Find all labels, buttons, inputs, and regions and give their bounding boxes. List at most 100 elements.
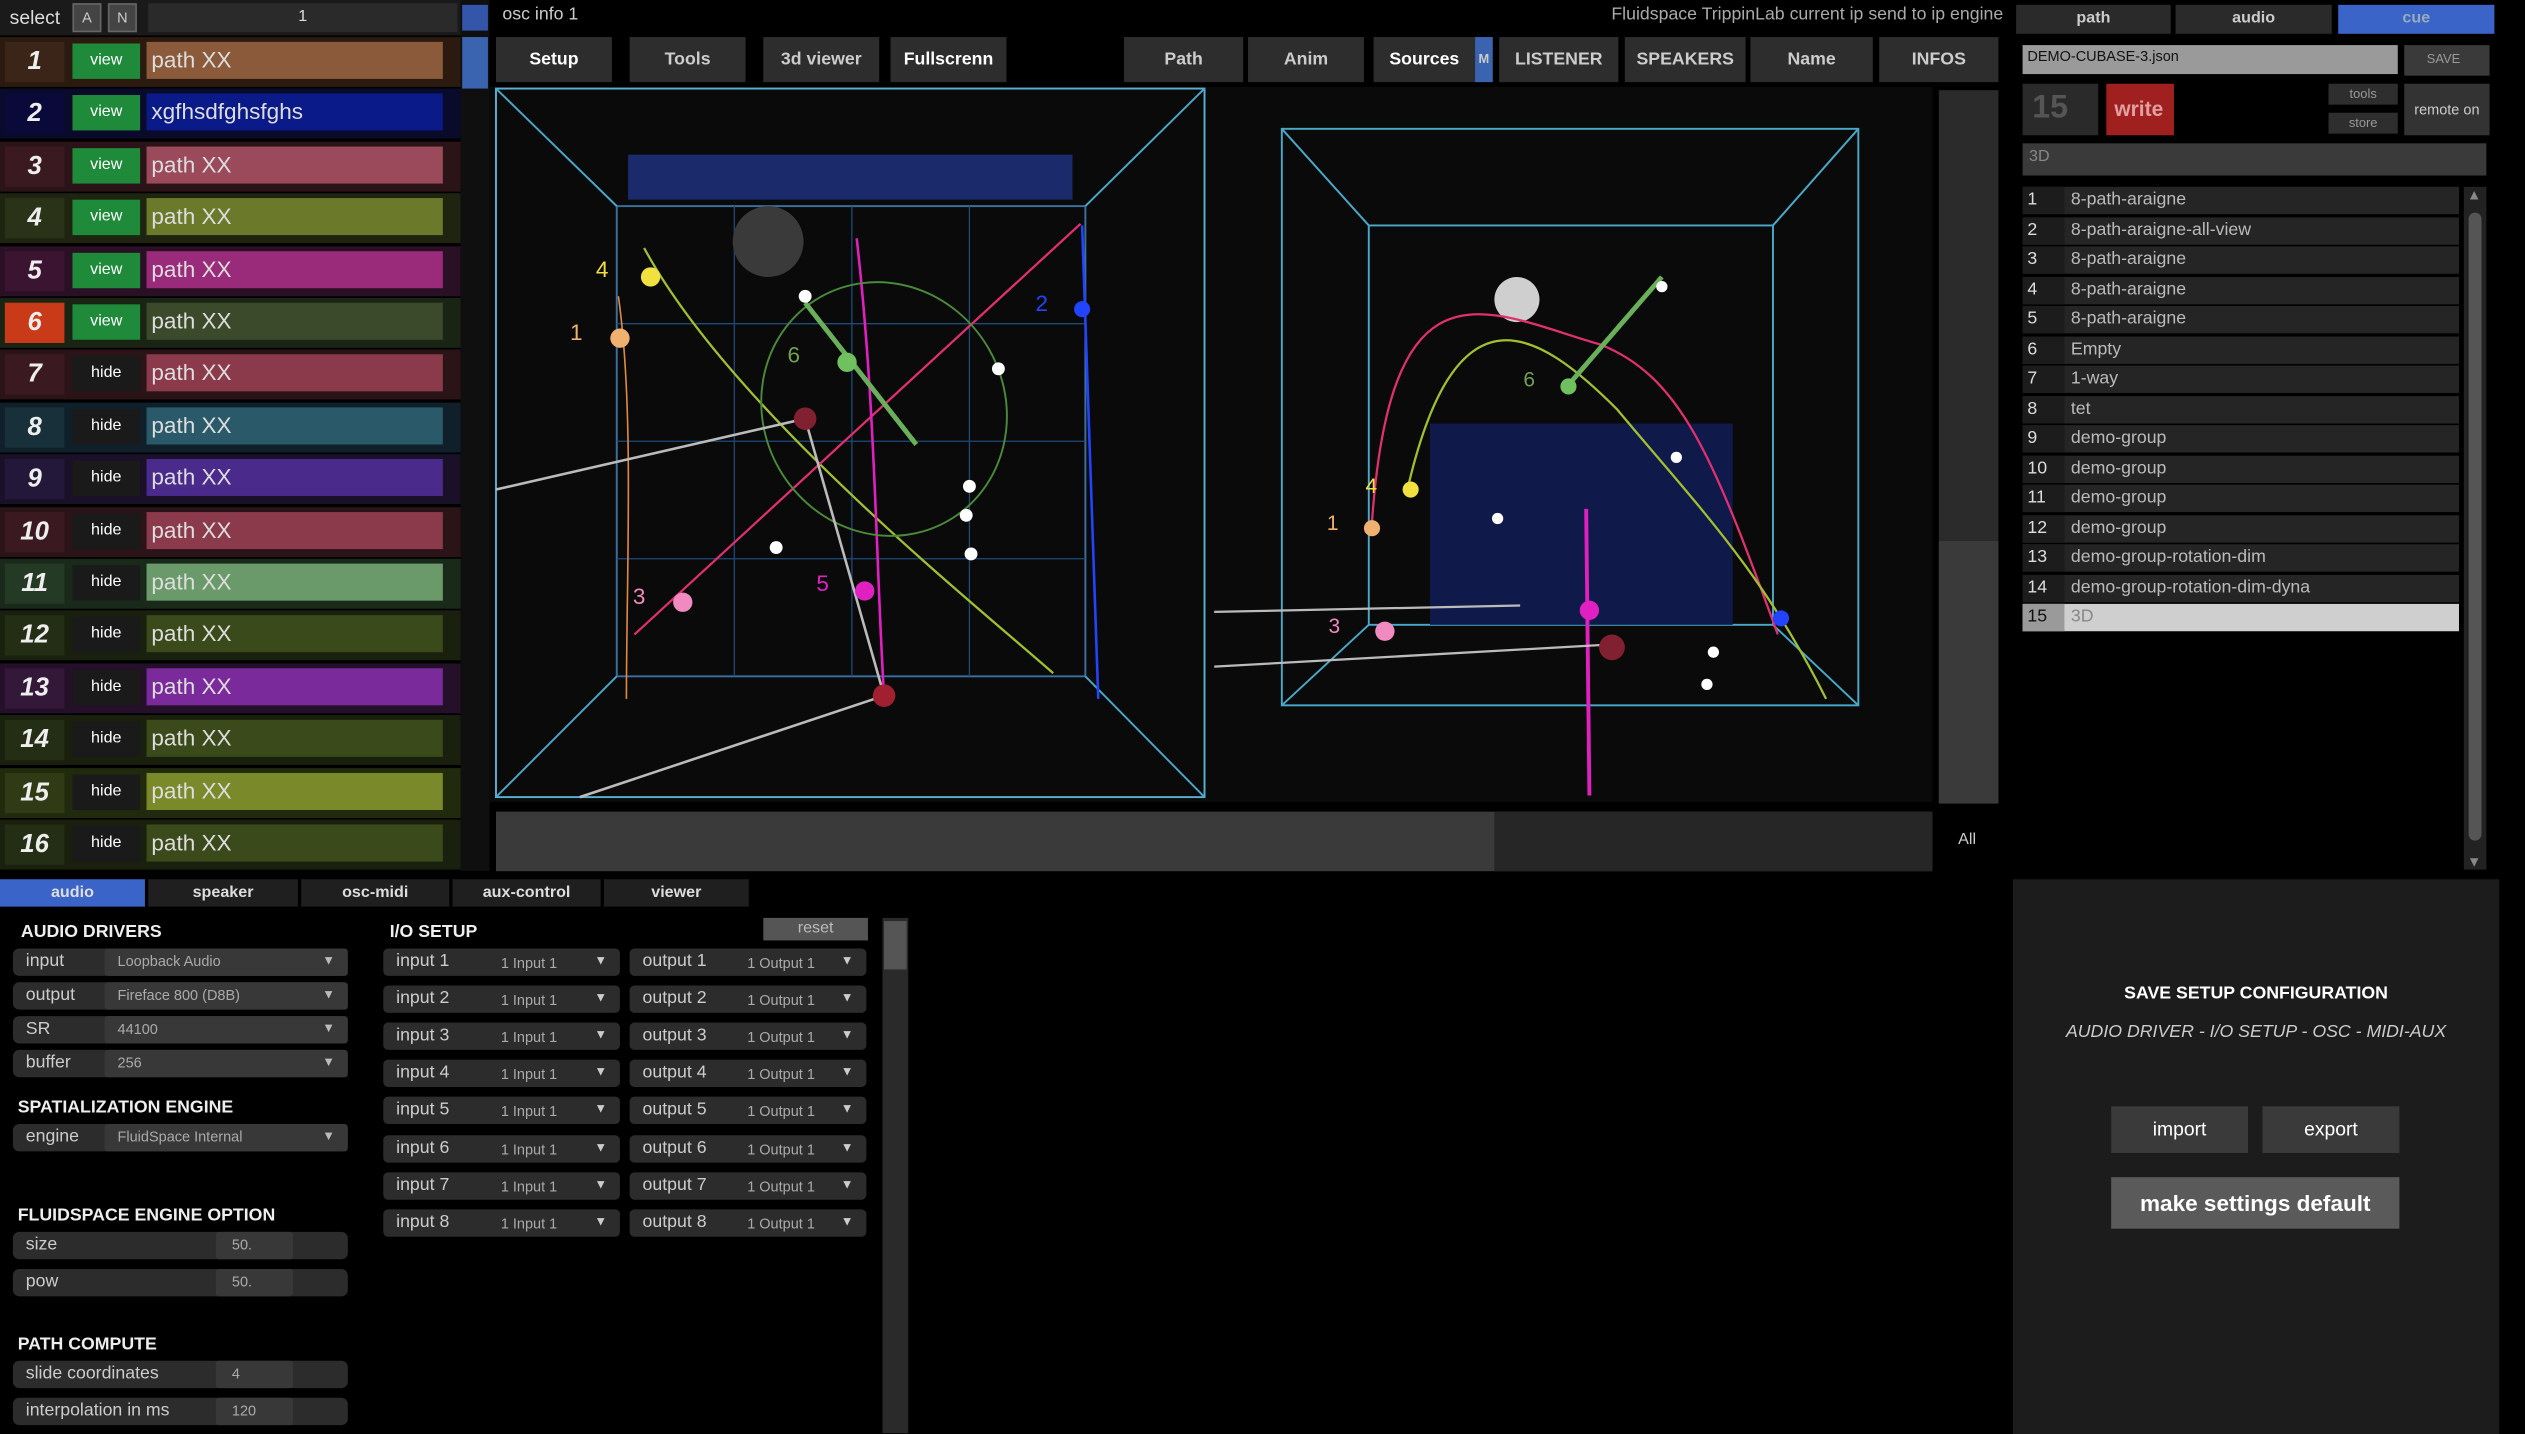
source-row[interactable]: 3 view path XX xyxy=(0,141,461,192)
source-visibility-button[interactable]: view xyxy=(72,304,141,340)
cue-row[interactable]: 11 demo-group xyxy=(2022,484,2459,513)
source-row[interactable]: 10 hide path XX xyxy=(0,506,461,557)
input-routing-select[interactable]: input 2 1 Input 1 ▼ xyxy=(383,985,620,1014)
source-row[interactable]: 9 hide path XX xyxy=(0,454,461,505)
output-routing-select[interactable]: output 8 1 Output 1 ▼ xyxy=(629,1208,867,1237)
view-tab-6[interactable]: Name xyxy=(1750,37,1873,83)
cue-row[interactable]: 9 demo-group xyxy=(2022,425,2459,453)
source-path-name[interactable]: path XX xyxy=(146,563,443,601)
save-file-button[interactable]: SAVE xyxy=(2404,45,2490,76)
cue-row[interactable]: 14 demo-group-rotation-dim-dyna xyxy=(2022,574,2459,602)
source-visibility-button[interactable]: hide xyxy=(72,773,141,810)
viewer-vertical-slider[interactable] xyxy=(1938,90,1999,804)
input-routing-select[interactable]: input 1 1 Input 1 ▼ xyxy=(383,948,620,976)
cue-row[interactable]: 10 demo-group xyxy=(2022,454,2459,483)
output-routing-select[interactable]: output 3 1 Output 1 ▼ xyxy=(629,1022,867,1051)
export-button[interactable]: export xyxy=(2262,1106,2400,1153)
source-visibility-button[interactable]: view xyxy=(72,199,141,236)
output-routing-select[interactable]: output 4 1 Output 1 ▼ xyxy=(629,1060,867,1088)
source-visibility-button[interactable]: hide xyxy=(72,460,141,497)
panel-toggle[interactable] xyxy=(462,37,488,89)
source-path-name[interactable]: path XX xyxy=(146,41,443,79)
source-visibility-button[interactable]: hide xyxy=(72,356,141,392)
source-row[interactable]: 4 view path XX xyxy=(0,193,461,244)
engine-select[interactable]: engine FluidSpace Internal ▼ xyxy=(12,1124,348,1152)
source-path-name[interactable]: path XX xyxy=(146,667,443,705)
input-routing-select[interactable]: input 4 1 Input 1 ▼ xyxy=(383,1060,620,1088)
output-routing-select[interactable]: output 6 1 Output 1 ▼ xyxy=(629,1134,867,1162)
bottom-tab-audio[interactable]: audio xyxy=(0,879,145,907)
file-name-field[interactable]: DEMO-CUBASE-3.json xyxy=(2022,45,2398,75)
right-tab-audio[interactable]: audio xyxy=(2175,4,2332,34)
output-routing-select[interactable]: output 7 1 Output 1 ▼ xyxy=(629,1171,867,1200)
input-routing-select[interactable]: input 6 1 Input 1 ▼ xyxy=(383,1134,620,1162)
tool-button-1[interactable]: Tools xyxy=(629,37,746,83)
cue-row[interactable]: 5 8-path-araigne xyxy=(2022,305,2459,334)
source-path-name[interactable]: path XX xyxy=(146,250,443,288)
io-scrollbar[interactable] xyxy=(882,917,909,1434)
scroll-up-icon[interactable]: ▲ xyxy=(2467,187,2481,203)
select-n-button[interactable]: N xyxy=(107,3,137,33)
select-number-field[interactable]: 1 xyxy=(148,3,458,33)
bottom-tab-viewer[interactable]: viewer xyxy=(603,879,749,907)
output-routing-select[interactable]: output 1 1 Output 1 ▼ xyxy=(629,948,867,976)
bottom-tab-speaker[interactable]: speaker xyxy=(148,879,298,907)
source-row[interactable]: 11 hide path XX xyxy=(0,558,461,609)
tools-button[interactable]: tools xyxy=(2328,83,2398,105)
bottom-tab-aux-control[interactable]: aux-control xyxy=(452,879,601,907)
tool-button-3[interactable]: Fullscrenn xyxy=(890,37,1007,83)
cue-list-scrollbar[interactable]: ▲ ▼ xyxy=(2463,186,2487,870)
source-visibility-button[interactable]: view xyxy=(72,95,141,132)
write-button[interactable]: write xyxy=(2106,83,2174,136)
source-visibility-button[interactable]: view xyxy=(72,252,141,288)
source-path-name[interactable]: path XX xyxy=(146,354,443,392)
output-routing-select[interactable]: output 5 1 Output 1 ▼ xyxy=(629,1097,867,1125)
source-visibility-button[interactable]: hide xyxy=(72,513,141,549)
select-a-button[interactable]: A xyxy=(72,3,102,33)
source-row[interactable]: 15 hide path XX xyxy=(0,767,461,818)
source-row[interactable]: 5 view path XX xyxy=(0,245,461,296)
input-routing-select[interactable]: input 5 1 Input 1 ▼ xyxy=(383,1097,620,1125)
source-visibility-button[interactable]: hide xyxy=(72,826,141,862)
source-row[interactable]: 7 hide path XX xyxy=(0,350,461,400)
source-path-name[interactable]: path XX xyxy=(146,146,443,184)
source-row[interactable]: 16 hide path XX xyxy=(0,819,461,870)
view-tab-0[interactable]: Path xyxy=(1124,37,1244,83)
view-tab-2[interactable]: Sources xyxy=(1373,37,1476,83)
reset-button[interactable]: reset xyxy=(763,917,868,941)
source-row[interactable]: 8 hide path XX xyxy=(0,402,461,453)
cue-row[interactable]: 2 8-path-araigne-all-view xyxy=(2022,216,2459,244)
source-path-name[interactable]: path XX xyxy=(146,302,443,340)
cue-row[interactable]: 12 demo-group xyxy=(2022,514,2459,542)
source-path-name[interactable]: path XX xyxy=(146,511,443,549)
source-path-name[interactable]: path XX xyxy=(146,772,443,810)
interp-number-box[interactable]: interpolation in ms 120 xyxy=(12,1397,348,1426)
source-visibility-button[interactable]: hide xyxy=(72,721,141,758)
store-button[interactable]: store xyxy=(2328,112,2398,134)
source-row[interactable]: 6 view path XX xyxy=(0,297,461,348)
input-routing-select[interactable]: input 3 1 Input 1 ▼ xyxy=(383,1022,620,1051)
source-visibility-button[interactable]: hide xyxy=(72,408,141,445)
cue-row[interactable]: 1 8-path-araigne xyxy=(2022,186,2459,215)
source-visibility-button[interactable]: hide xyxy=(72,669,141,705)
cue-row[interactable]: 8 tet xyxy=(2022,395,2459,423)
input-routing-select[interactable]: input 8 1 Input 1 ▼ xyxy=(383,1208,620,1237)
view-tab-1[interactable]: Anim xyxy=(1248,37,1364,83)
source-row[interactable]: 2 view xgfhsdfghsfghs xyxy=(0,89,461,140)
view-tab-5[interactable]: SPEAKERS xyxy=(1624,37,1746,83)
source-path-name[interactable]: xgfhsdfghsfghs xyxy=(146,94,443,132)
source-path-name[interactable]: path XX xyxy=(146,615,443,653)
view-tab-3[interactable]: M xyxy=(1475,37,1493,83)
source-visibility-button[interactable]: view xyxy=(72,147,141,184)
source-path-name[interactable]: path XX xyxy=(146,824,443,862)
view-tab-7[interactable]: INFOS xyxy=(1879,37,1999,83)
source-path-name[interactable]: path XX xyxy=(146,720,443,758)
input-routing-select[interactable]: input 7 1 Input 1 ▼ xyxy=(383,1171,620,1200)
cue-name-field[interactable]: 3D xyxy=(2022,143,2487,176)
tool-button-2[interactable]: 3d viewer xyxy=(763,37,880,83)
cue-row[interactable]: 3 8-path-araigne xyxy=(2022,246,2459,274)
scroll-down-icon[interactable]: ▼ xyxy=(2467,853,2481,869)
slide-number-box[interactable]: slide coordinates 4 xyxy=(12,1360,348,1389)
source-row[interactable]: 13 hide path XX xyxy=(0,663,461,714)
source-visibility-button[interactable]: hide xyxy=(72,617,141,653)
